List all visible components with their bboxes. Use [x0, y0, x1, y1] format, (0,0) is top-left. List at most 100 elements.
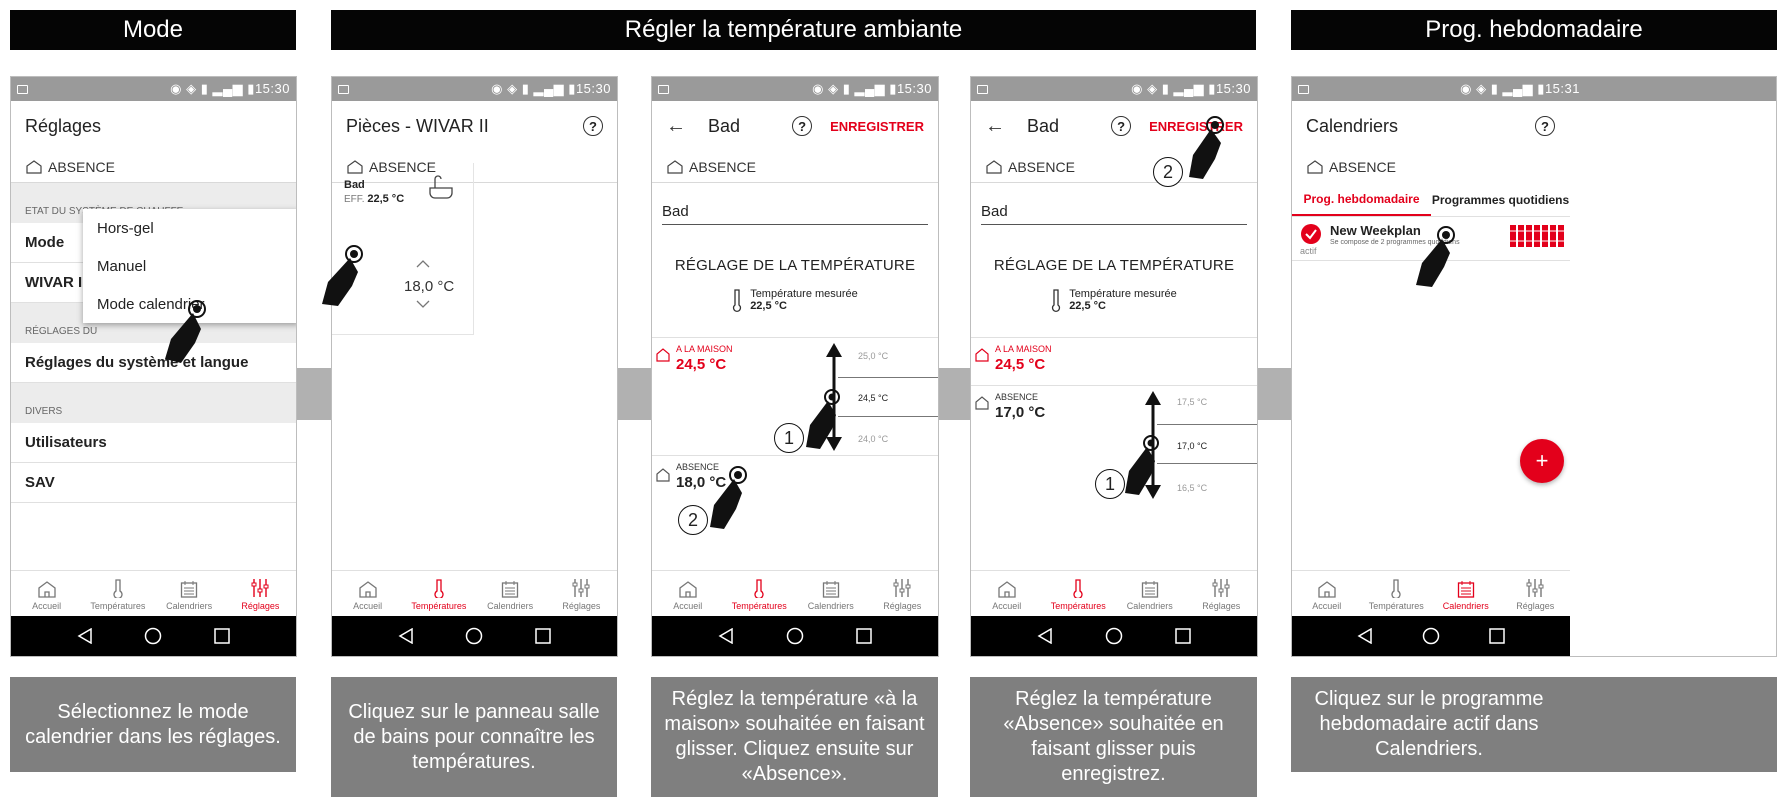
- tap-hand-icon: [322, 245, 363, 306]
- nav-calendriers[interactable]: Calendriers: [1431, 571, 1501, 616]
- system-nav-bar: [11, 616, 296, 656]
- chevron-down-icon[interactable]: [416, 299, 430, 309]
- nav-reglages[interactable]: Réglages: [225, 571, 296, 616]
- bottom-nav: Accueil Températures Calendriers Réglage…: [1292, 570, 1570, 616]
- nav-accueil[interactable]: Accueil: [11, 571, 82, 616]
- status-time: ◉ ◈ ▮ ▂▄▆ ▮15:30: [1131, 81, 1251, 96]
- recents-square-icon[interactable]: [535, 628, 551, 644]
- home-mode-row[interactable]: A LA MAISON 24,5 °C: [971, 337, 1257, 385]
- home-circle-icon[interactable]: [786, 627, 804, 645]
- home-circle-icon[interactable]: [144, 627, 162, 645]
- home-circle-icon[interactable]: [1105, 627, 1123, 645]
- room-name-field[interactable]: Bad: [981, 203, 1247, 225]
- house-away-icon: [985, 159, 1003, 174]
- caption-step-2: Cliquez sur le panneau salle de bains po…: [331, 677, 617, 797]
- calendar-tabs: Prog. hebdomadaire Programmes quotidiens: [1292, 183, 1570, 217]
- status-bar: ◉ ◈ ▮ ▂▄▆ ▮15:30: [971, 77, 1257, 101]
- absence-mode-button[interactable]: ABSENCE: [1292, 151, 1776, 183]
- nav-reglages[interactable]: Réglages: [546, 571, 617, 616]
- bottom-nav: Accueil Températures Calendriers Réglage…: [332, 570, 617, 616]
- absence-mode-button[interactable]: ABSENCE: [11, 151, 296, 183]
- week-bars-icon: [1510, 225, 1570, 247]
- room-name-field[interactable]: Bad: [662, 203, 928, 225]
- home-circle-icon[interactable]: [1422, 627, 1440, 645]
- room-effective-temp: EFF. 22,5 °C: [344, 193, 405, 205]
- home-circle-icon[interactable]: [465, 627, 483, 645]
- nav-temperatures[interactable]: Températures: [1043, 571, 1115, 616]
- option-hors-gel[interactable]: Hors-gel: [83, 209, 296, 247]
- tab-prog-hebdomadaire[interactable]: Prog. hebdomadaire: [1292, 183, 1431, 216]
- header-regler: Régler la température ambiante: [331, 10, 1256, 50]
- home-mode-row[interactable]: A LA MAISON 24,5 °C: [652, 337, 938, 387]
- tab-programmes-quotidiens[interactable]: Programmes quotidiens: [1431, 183, 1570, 216]
- home-label: A LA MAISON: [995, 344, 1052, 354]
- scale-value-selected: 17,0 °C: [1177, 441, 1208, 451]
- nav-calendriers[interactable]: Calendriers: [1114, 571, 1186, 616]
- nav-reglages[interactable]: Réglages: [867, 571, 939, 616]
- tap-hand-icon: [165, 300, 206, 363]
- row-systeme-langue[interactable]: Réglages du système et langue: [11, 343, 296, 383]
- caption-step-5: Cliquez sur le programme hebdomadaire ac…: [1291, 677, 1777, 772]
- recents-square-icon[interactable]: [1489, 628, 1506, 644]
- nav-calendriers[interactable]: Calendriers: [154, 571, 225, 616]
- plan-status: actif: [1300, 246, 1317, 256]
- nav-temperatures[interactable]: Températures: [1362, 571, 1432, 616]
- absence-mode-row[interactable]: ABSENCE 18,0 °C: [652, 455, 938, 503]
- back-triangle-icon[interactable]: [1037, 628, 1053, 644]
- absence-mode-button[interactable]: ABSENCE: [652, 151, 938, 183]
- nav-temperatures[interactable]: Températures: [724, 571, 796, 616]
- home-icon: [998, 581, 1016, 598]
- image-icon: [338, 84, 349, 94]
- caption-step-1: Sélectionnez le mode calendrier dans les…: [10, 677, 296, 772]
- home-value: 24,5 °C: [676, 356, 727, 373]
- status-bar: ◉ ◈ ▮ ▂▄▆ ▮15:31: [1292, 77, 1776, 101]
- phone-screen-bad-absence: ◉ ◈ ▮ ▂▄▆ ▮15:30 ← Bad ? ENREGISTRER ABS…: [970, 76, 1258, 657]
- house-home-icon: [656, 348, 670, 362]
- bathtub-icon: [429, 175, 453, 199]
- nav-accueil[interactable]: Accueil: [971, 571, 1043, 616]
- option-manuel[interactable]: Manuel: [83, 247, 296, 285]
- image-icon: [977, 84, 988, 94]
- nav-calendriers[interactable]: Calendriers: [795, 571, 867, 616]
- nav-reglages[interactable]: Réglages: [1186, 571, 1258, 616]
- nav-temperatures[interactable]: Températures: [403, 571, 474, 616]
- recents-square-icon[interactable]: [1175, 628, 1191, 644]
- row-utilisateurs[interactable]: Utilisateurs: [11, 423, 296, 463]
- back-triangle-icon[interactable]: [398, 628, 414, 644]
- image-icon: [1298, 84, 1309, 94]
- back-triangle-icon[interactable]: [77, 628, 93, 644]
- app-bar: Réglages: [11, 101, 296, 151]
- nav-accueil[interactable]: Accueil: [332, 571, 403, 616]
- back-triangle-icon[interactable]: [1357, 628, 1373, 644]
- app-bar: Pièces - WIVAR II ?: [332, 101, 617, 151]
- nav-reglages[interactable]: Réglages: [1501, 571, 1571, 616]
- system-nav-bar: [652, 616, 938, 656]
- back-arrow-icon[interactable]: ←: [666, 115, 686, 138]
- back-triangle-icon[interactable]: [718, 628, 734, 644]
- add-plan-button[interactable]: +: [1520, 439, 1564, 483]
- absence-mode-row[interactable]: ABSENCE 17,0 °C: [971, 385, 1257, 433]
- help-icon[interactable]: ?: [1111, 116, 1132, 136]
- chevron-up-icon[interactable]: [416, 259, 430, 269]
- page-title: Réglages: [25, 115, 102, 136]
- calendar-icon: [501, 581, 519, 598]
- caption-step-3: Réglez la température «à la maison» souh…: [651, 677, 938, 797]
- recents-square-icon[interactable]: [214, 628, 230, 644]
- back-arrow-icon[interactable]: ←: [985, 115, 1005, 138]
- help-icon[interactable]: ?: [583, 116, 603, 136]
- image-icon: [658, 84, 669, 94]
- plan-name: New Weekplan: [1330, 223, 1421, 238]
- house-away-icon: [656, 468, 670, 482]
- calendar-icon: [180, 581, 198, 598]
- nav-calendriers[interactable]: Calendriers: [475, 571, 546, 616]
- help-icon[interactable]: ?: [792, 116, 813, 136]
- recents-square-icon[interactable]: [856, 628, 872, 644]
- save-button[interactable]: ENREGISTRER: [830, 119, 924, 134]
- nav-temperatures[interactable]: Températures: [82, 571, 153, 616]
- nav-accueil[interactable]: Accueil: [652, 571, 724, 616]
- row-sav[interactable]: SAV: [11, 463, 296, 503]
- drag-hand-icon: [806, 389, 840, 449]
- nav-accueil[interactable]: Accueil: [1292, 571, 1362, 616]
- help-icon[interactable]: ?: [1535, 116, 1555, 136]
- status-time: ◉ ◈ ▮ ▂▄▆ ▮15:30: [491, 81, 611, 96]
